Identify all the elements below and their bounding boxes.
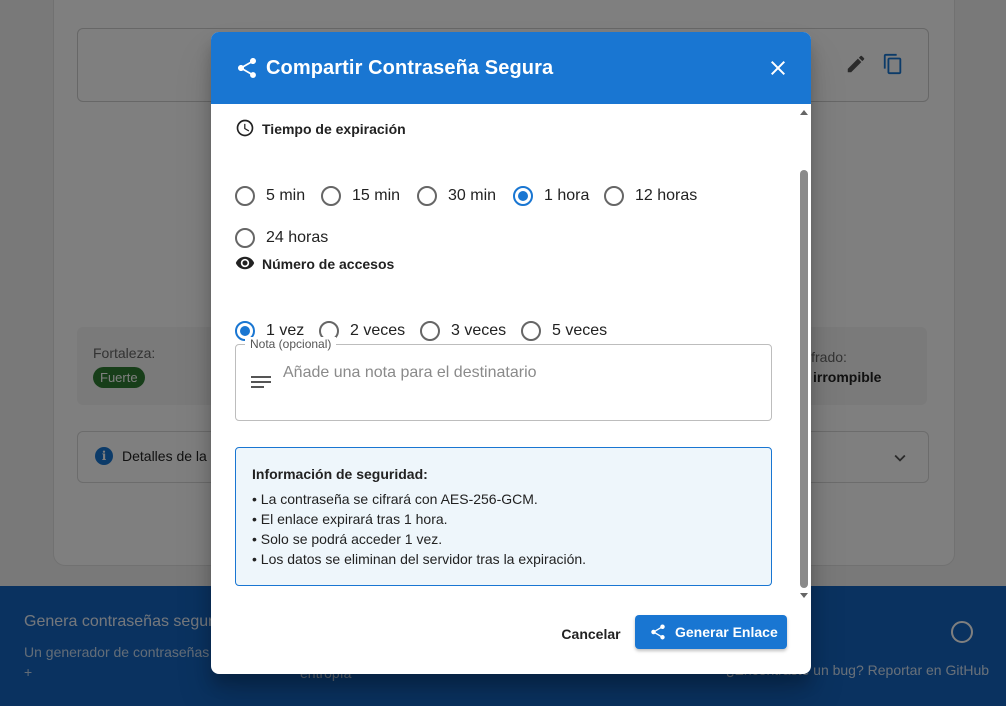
radio-label: 5 veces [552, 322, 608, 339]
radio-5-veces[interactable]: 5 veces [521, 321, 611, 345]
radio-label: 24 horas [266, 229, 329, 246]
radio-15-min[interactable]: 15 min [321, 186, 411, 210]
radio-button[interactable] [235, 186, 255, 206]
security-info-line: • El enlace expirará tras 1 hora. [252, 511, 448, 527]
radio-30-min[interactable]: 30 min [417, 186, 507, 210]
security-info-line: • La contraseña se cifrará con AES-256-G… [252, 491, 538, 507]
radio-1-hora[interactable]: 1 hora [513, 186, 603, 210]
security-info-line: • Solo se podrá acceder 1 vez. [252, 531, 443, 547]
dialog-scrollbar[interactable] [797, 104, 811, 604]
radio-12-horas[interactable]: 12 horas [604, 186, 704, 210]
scroll-up-arrow-icon[interactable] [800, 110, 808, 115]
close-icon[interactable] [766, 56, 790, 80]
radio-button[interactable] [604, 186, 624, 206]
security-info-title: Información de seguridad: [252, 466, 428, 482]
generate-link-label: Generar Enlace [675, 624, 778, 640]
note-label: Nota (opcional) [245, 337, 337, 351]
dialog-content: Tiempo de expiración 5 min 15 min 30 min… [211, 104, 811, 604]
expiration-heading: Tiempo de expiración [235, 118, 535, 140]
scrollbar-thumb[interactable] [800, 170, 808, 588]
radio-button[interactable] [521, 321, 541, 341]
dialog-header: Compartir Contraseña Segura [211, 32, 811, 104]
share-icon [651, 624, 665, 640]
radio-label: 5 min [266, 187, 306, 204]
security-info-line: • Los datos se eliminan del servidor tra… [252, 551, 587, 567]
dialog-actions: Cancelar Generar Enlace [211, 604, 811, 674]
share-password-dialog: Compartir Contraseña Segura Tiempo de ex… [211, 32, 811, 674]
radio-24-horas[interactable]: 24 horas [235, 228, 335, 252]
cancel-button[interactable]: Cancelar [553, 617, 629, 651]
security-info-box: Información de seguridad: • La contraseñ… [235, 447, 772, 586]
radio-5-min[interactable]: 5 min [235, 186, 325, 210]
access-heading: Número de accesos [235, 253, 535, 275]
radio-label: 12 horas [635, 187, 698, 204]
radio-button[interactable] [235, 228, 255, 248]
radio-label: 3 veces [451, 322, 507, 339]
dialog-title: Compartir Contraseña Segura [266, 57, 554, 79]
expiration-title: Tiempo de expiración [262, 121, 406, 137]
share-icon [238, 58, 256, 78]
radio-label: 30 min [448, 187, 497, 204]
scroll-down-arrow-icon[interactable] [800, 593, 808, 598]
eye-icon [235, 256, 255, 270]
radio-button[interactable] [513, 186, 533, 206]
access-title: Número de accesos [262, 256, 395, 272]
radio-label: 2 veces [350, 322, 406, 339]
radio-label: 1 hora [544, 187, 590, 204]
radio-button[interactable] [420, 321, 440, 341]
radio-button[interactable] [321, 186, 341, 206]
notes-icon [251, 376, 271, 388]
generate-link-button[interactable]: Generar Enlace [635, 615, 787, 649]
radio-button[interactable] [417, 186, 437, 206]
note-input[interactable] [281, 363, 755, 383]
note-field[interactable]: Nota (opcional) [235, 337, 772, 421]
clock-icon [236, 119, 254, 137]
radio-label: 15 min [352, 187, 401, 204]
radio-3-veces[interactable]: 3 veces [420, 321, 510, 345]
